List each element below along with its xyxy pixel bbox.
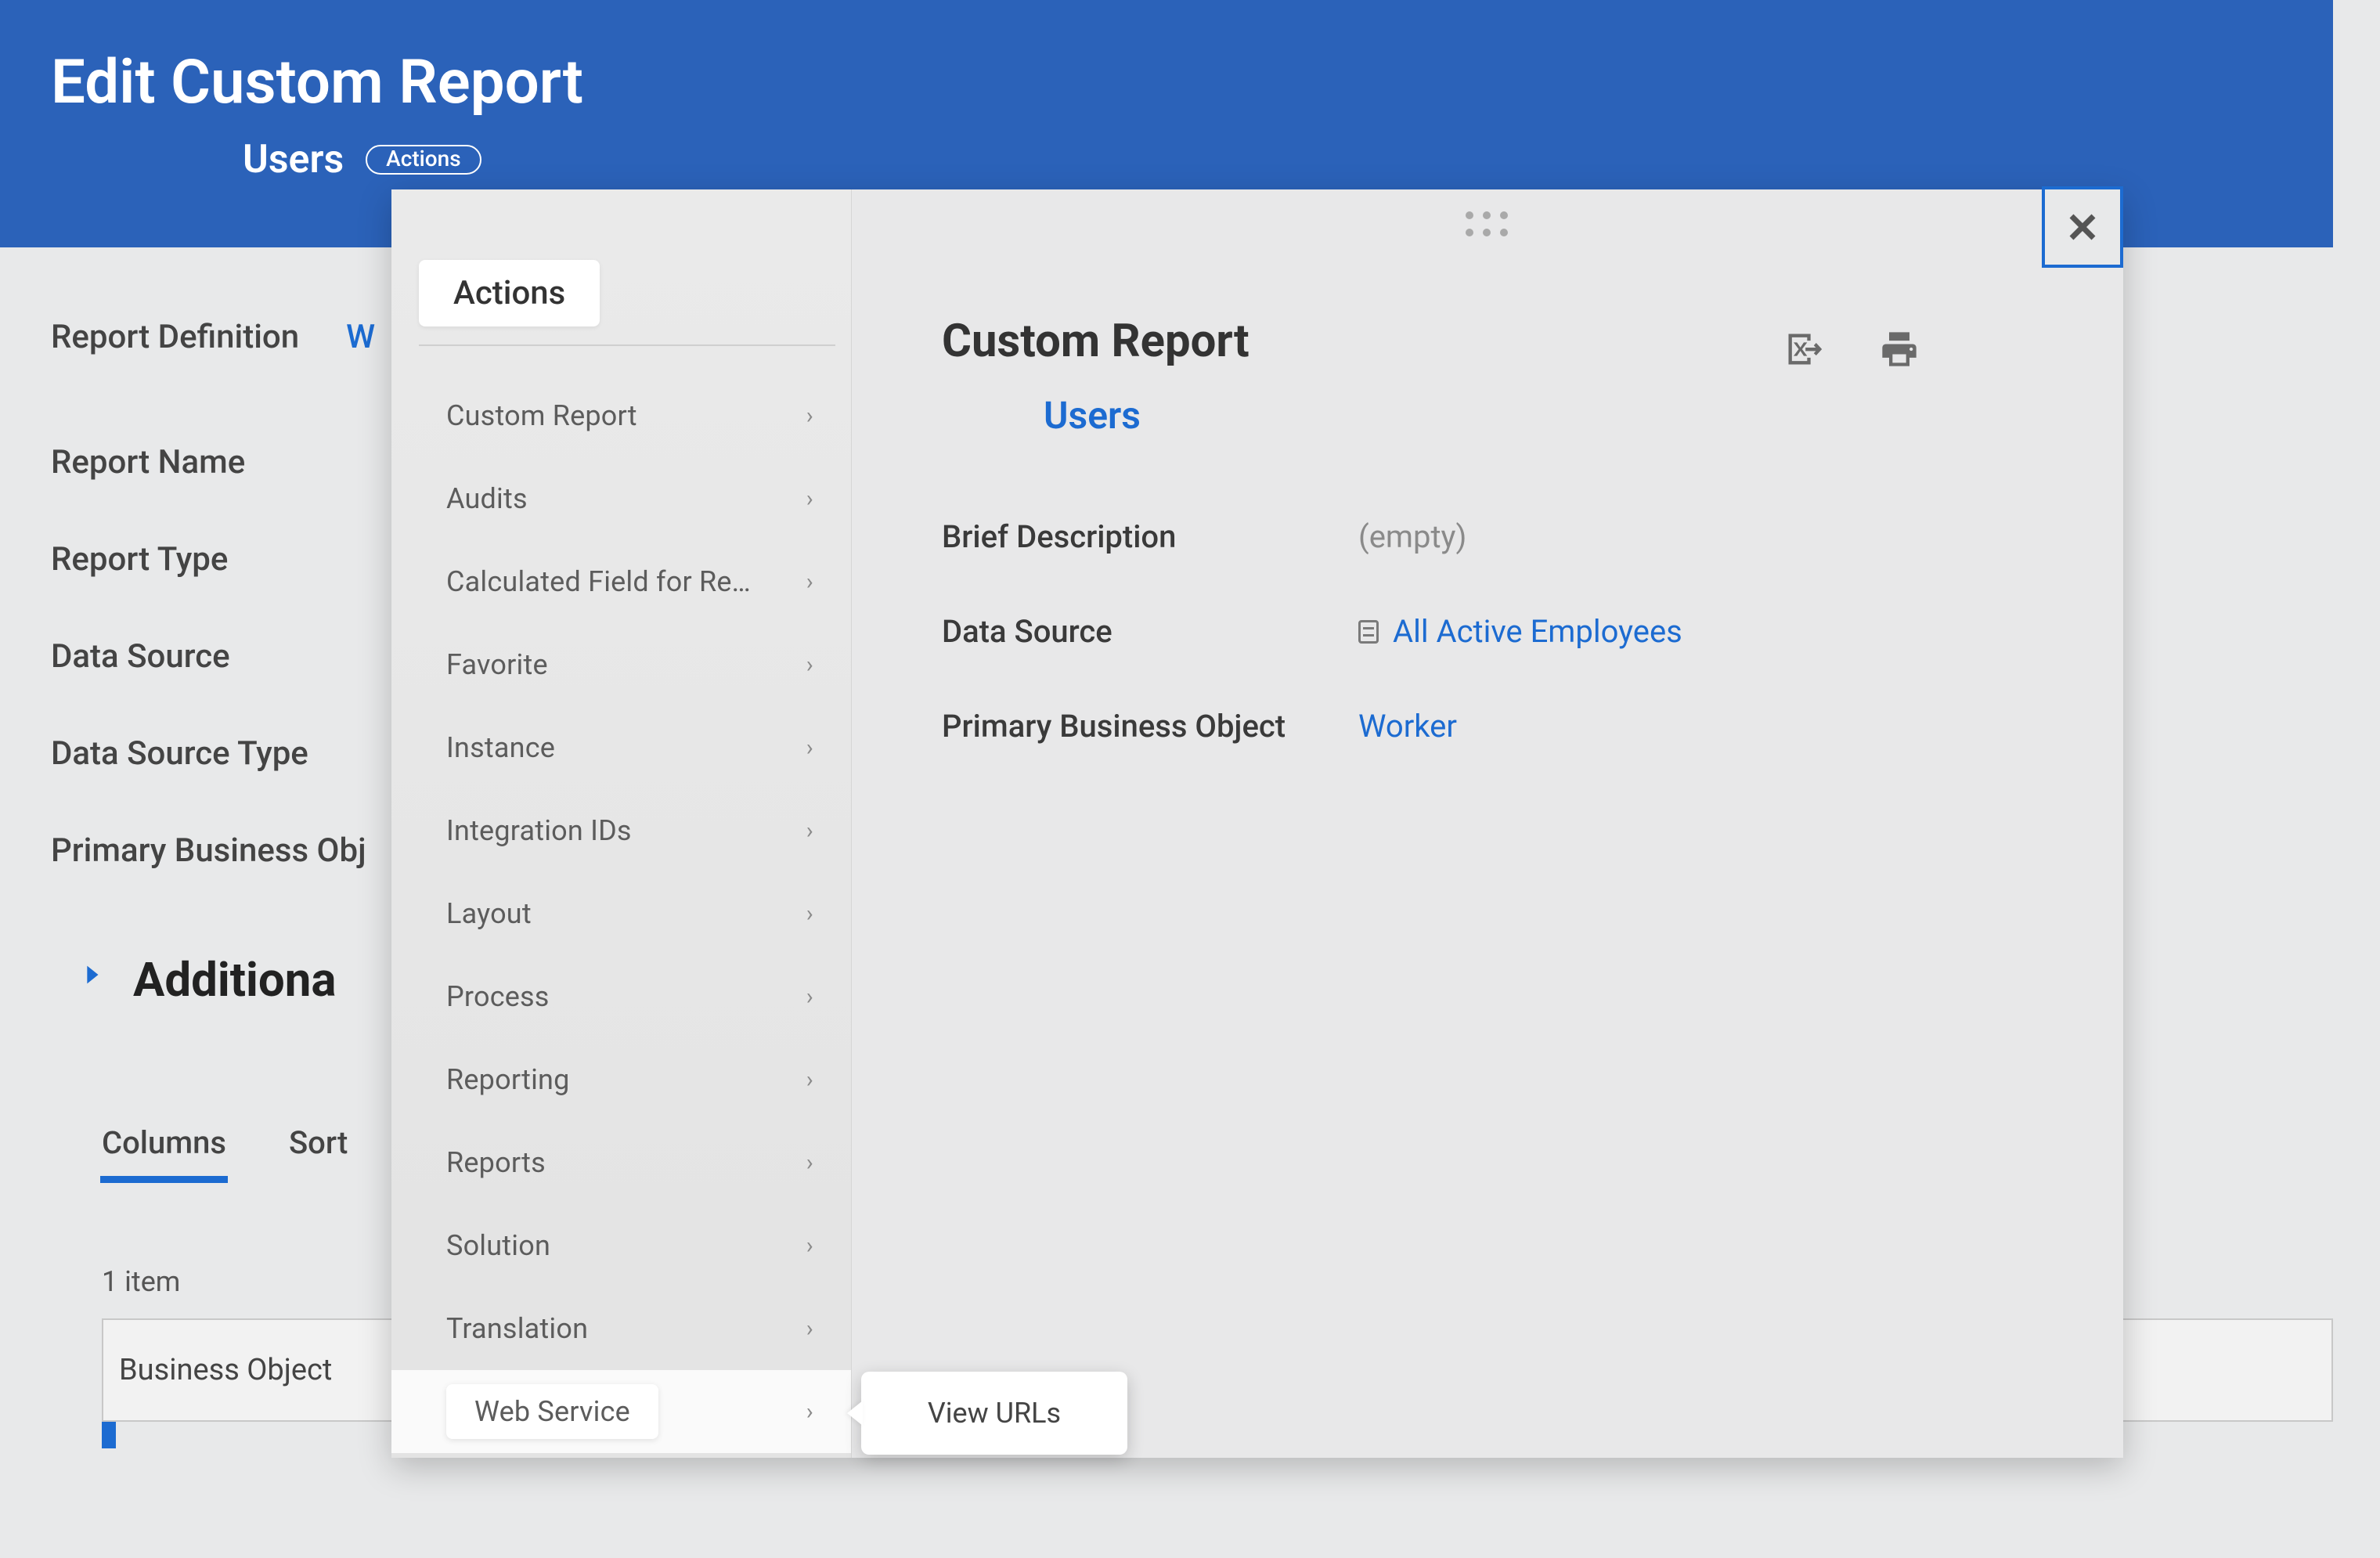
chevron-right-icon: › bbox=[806, 402, 813, 430]
detail-rows: Brief Description (empty) Data Source Al… bbox=[942, 518, 1682, 745]
inner-tab-row: Columns Sort bbox=[102, 1124, 348, 1180]
chevron-right-icon bbox=[78, 961, 105, 994]
detail-row-brief-description: Brief Description (empty) bbox=[942, 518, 1682, 555]
actions-item-favorite[interactable]: Favorite › bbox=[391, 623, 851, 706]
detail-row-primary-business-object: Primary Business Object Worker bbox=[942, 708, 1682, 745]
actions-list: Custom Report › Audits › Calculated Fiel… bbox=[391, 374, 851, 1453]
actions-item-solution[interactable]: Solution › bbox=[391, 1204, 851, 1287]
chevron-right-icon: › bbox=[806, 651, 813, 679]
field-label-data-source-type: Data Source Type bbox=[51, 734, 366, 773]
drag-handle-icon[interactable] bbox=[1466, 211, 1509, 238]
chevron-right-icon: › bbox=[806, 983, 813, 1011]
actions-popover: Actions Custom Report › Audits › Calcula… bbox=[391, 189, 2123, 1458]
actions-item-label-text: Web Service bbox=[474, 1395, 630, 1428]
actions-separator bbox=[419, 344, 835, 346]
export-excel-icon[interactable] bbox=[1783, 329, 1824, 370]
actions-item-reports[interactable]: Reports › bbox=[391, 1121, 851, 1204]
detail-toolbar bbox=[1783, 329, 1920, 370]
submenu-web-service: View URLs bbox=[861, 1372, 1127, 1455]
detail-value-data-source[interactable]: All Active Employees bbox=[1358, 613, 1682, 650]
field-label-primary-business-object: Primary Business Obj bbox=[51, 831, 366, 870]
actions-pane: Actions Custom Report › Audits › Calcula… bbox=[391, 189, 852, 1458]
actions-item-layout[interactable]: Layout › bbox=[391, 872, 851, 955]
detail-row-data-source: Data Source All Active Employees bbox=[942, 613, 1682, 650]
detail-key: Data Source bbox=[942, 613, 1327, 650]
chevron-right-icon: › bbox=[806, 485, 813, 513]
actions-item-process[interactable]: Process › bbox=[391, 955, 851, 1038]
actions-item-integration-ids[interactable]: Integration IDs › bbox=[391, 789, 851, 872]
definition-fields: Report Name Report Type Data Source Data… bbox=[51, 443, 366, 870]
submenu-item-view-urls[interactable]: View URLs bbox=[928, 1397, 1061, 1430]
tab-report-definition[interactable]: Report Definition bbox=[51, 318, 299, 356]
detail-value-empty: (empty) bbox=[1358, 518, 1466, 555]
actions-item-reporting[interactable]: Reporting › bbox=[391, 1038, 851, 1121]
actions-item-label: Integration IDs bbox=[446, 814, 632, 847]
chevron-right-icon: › bbox=[806, 568, 813, 596]
actions-item-instance[interactable]: Instance › bbox=[391, 706, 851, 789]
chevron-right-icon: › bbox=[806, 1149, 813, 1177]
chevron-right-icon: › bbox=[806, 734, 813, 762]
actions-item-calculated-field[interactable]: Calculated Field for Re… › bbox=[391, 540, 851, 623]
tab-second[interactable]: W bbox=[346, 318, 375, 356]
actions-item-label: Instance bbox=[446, 731, 555, 764]
detail-key: Brief Description bbox=[942, 518, 1327, 555]
actions-item-audits[interactable]: Audits › bbox=[391, 457, 851, 540]
chevron-right-icon: › bbox=[806, 900, 813, 928]
report-name-subtitle: Users bbox=[243, 137, 344, 182]
actions-item-label: Calculated Field for Re… bbox=[446, 565, 751, 598]
print-icon[interactable] bbox=[1879, 329, 1920, 370]
header-actions-chip[interactable]: Actions bbox=[366, 145, 481, 175]
tab-sort[interactable]: Sort bbox=[289, 1124, 348, 1180]
actions-pane-title: Actions bbox=[419, 260, 600, 326]
table-row-marker bbox=[102, 1422, 116, 1448]
actions-item-label: Web Service bbox=[446, 1384, 658, 1439]
actions-item-translation[interactable]: Translation › bbox=[391, 1287, 851, 1370]
actions-item-custom-report[interactable]: Custom Report › bbox=[391, 374, 851, 457]
actions-item-label: Audits bbox=[446, 482, 528, 515]
actions-item-label: Layout bbox=[446, 897, 532, 930]
chevron-right-icon: › bbox=[806, 1315, 813, 1343]
close-button[interactable] bbox=[2042, 186, 2123, 268]
detail-title: Custom Report bbox=[942, 315, 1250, 368]
detail-key: Primary Business Object bbox=[942, 708, 1327, 745]
actions-item-label: Translation bbox=[446, 1312, 588, 1345]
page-title: Edit Custom Report bbox=[51, 47, 583, 118]
chevron-right-icon: › bbox=[806, 817, 813, 845]
tab-columns[interactable]: Columns bbox=[102, 1124, 226, 1180]
additional-info-heading: Additiona bbox=[133, 952, 337, 1008]
item-count: 1 item bbox=[102, 1265, 180, 1298]
detail-value-pbo[interactable]: Worker bbox=[1358, 708, 1457, 745]
detail-subtitle[interactable]: Users bbox=[1044, 393, 1141, 438]
chevron-right-icon: › bbox=[806, 1398, 813, 1426]
actions-item-label: Reports bbox=[446, 1146, 546, 1179]
actions-item-label: Process bbox=[446, 980, 550, 1013]
chevron-right-icon: › bbox=[806, 1066, 813, 1094]
actions-item-label: Solution bbox=[446, 1229, 550, 1262]
actions-item-label: Custom Report bbox=[446, 399, 637, 432]
definition-tab-row: Report Definition W bbox=[51, 318, 375, 356]
field-label-report-type: Report Type bbox=[51, 540, 366, 579]
detail-value-text: All Active Employees bbox=[1393, 613, 1682, 650]
field-label-report-name: Report Name bbox=[51, 443, 366, 481]
detail-pane: Custom Report Users Brief Description (e… bbox=[852, 189, 2123, 1458]
actions-item-label: Favorite bbox=[446, 648, 548, 681]
actions-item-web-service[interactable]: Web Service › bbox=[391, 1370, 851, 1453]
additional-info-header[interactable]: Additiona bbox=[78, 952, 337, 1008]
chevron-right-icon: › bbox=[806, 1232, 813, 1260]
actions-item-label: Reporting bbox=[446, 1063, 570, 1096]
data-source-icon bbox=[1358, 620, 1379, 644]
field-label-data-source: Data Source bbox=[51, 637, 366, 676]
header-subtitle-wrap: Users Actions bbox=[243, 137, 481, 182]
close-icon bbox=[2066, 211, 2099, 243]
